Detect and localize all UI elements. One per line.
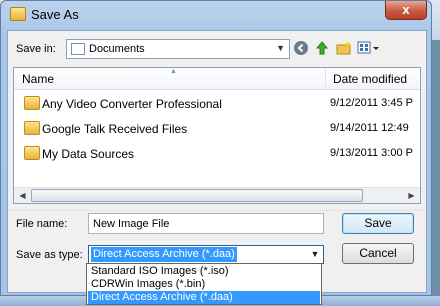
divider [8, 210, 426, 211]
title-bar[interactable]: Save As x [1, 1, 431, 29]
scroll-right-icon[interactable]: ▶ [404, 189, 419, 203]
list-item[interactable]: Any Video Converter Professional 9/12/20… [14, 93, 420, 115]
list-item-name: Google Talk Received Files [42, 122, 188, 136]
views-icon[interactable] [356, 40, 382, 58]
folder-icon [24, 96, 40, 110]
save-as-type-dropdown[interactable]: Direct Access Archive (*.daa) ▼ [88, 245, 324, 264]
list-item[interactable]: Google Talk Received Files 9/14/2011 12:… [14, 118, 420, 140]
list-item[interactable]: My Data Sources 9/13/2011 3:00 P [14, 143, 420, 165]
list-item-date: 9/14/2011 12:49 [330, 122, 409, 134]
list-item-date: 9/13/2011 3:00 P [330, 147, 413, 159]
column-date-header[interactable]: Date modified [327, 68, 420, 90]
chevron-down-icon[interactable]: ▼ [307, 246, 323, 263]
option-bin[interactable]: CDRWin Images (*.bin) [88, 278, 320, 291]
folder-icon [24, 121, 40, 135]
data-sources-folder-icon [24, 146, 40, 160]
column-header: ▲ Name Date modified [14, 68, 420, 90]
save-in-dropdown[interactable]: Documents ▼ [66, 39, 290, 59]
horizontal-scrollbar[interactable]: ◀ ▶ [14, 187, 420, 203]
close-button[interactable]: x [385, 1, 427, 20]
list-item-name: My Data Sources [42, 147, 135, 161]
cancel-button[interactable]: Cancel [342, 243, 414, 264]
new-folder-icon[interactable] [335, 40, 353, 58]
save-as-type-value: Direct Access Archive (*.daa) [91, 247, 237, 262]
save-in-value: Documents [89, 43, 145, 55]
up-folder-icon[interactable] [313, 40, 331, 58]
save-as-type-options: Standard ISO Images (*.iso) CDRWin Image… [86, 263, 322, 305]
back-icon[interactable] [292, 40, 310, 58]
file-name-input[interactable]: New Image File [88, 213, 324, 234]
chevron-down-icon: ▼ [276, 43, 285, 53]
dialog-body: Save in: Documents ▼ ▲ Name Date modifie… [7, 30, 427, 293]
documents-folder-icon [71, 43, 85, 55]
option-iso[interactable]: Standard ISO Images (*.iso) [88, 265, 320, 278]
file-name-label: File name: [16, 218, 68, 230]
file-list[interactable]: ▲ Name Date modified Any Video Converter… [13, 67, 421, 204]
folder-icon [10, 7, 26, 21]
scroll-left-icon[interactable]: ◀ [15, 189, 30, 203]
scrollbar-thumb[interactable] [31, 189, 363, 202]
dialog-title: Save As [31, 7, 79, 22]
save-button[interactable]: Save [342, 213, 414, 234]
list-item-date: 9/12/2011 3:45 P [330, 97, 413, 109]
list-item-name: Any Video Converter Professional [42, 97, 222, 111]
column-name-header[interactable]: Name [14, 68, 326, 90]
save-as-dialog: Save As x Save in: Documents ▼ ▲ Name Da… [0, 0, 432, 296]
save-as-type-label: Save as type: [16, 249, 83, 261]
option-daa[interactable]: Direct Access Archive (*.daa) [88, 291, 320, 304]
save-in-label: Save in: [16, 43, 56, 55]
file-name-value: New Image File [93, 218, 170, 230]
